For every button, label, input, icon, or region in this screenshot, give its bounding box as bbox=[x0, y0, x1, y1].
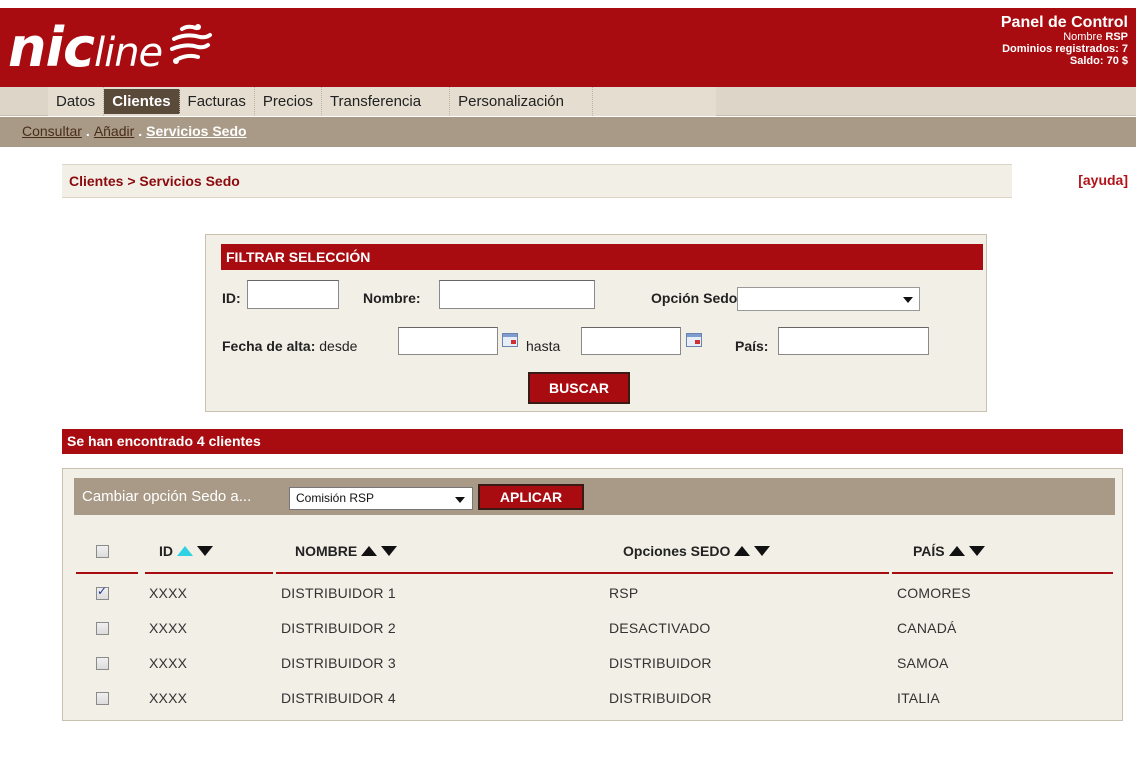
balance: Saldo: 70 $ bbox=[1069, 55, 1128, 67]
filter-panel: FILTRAR SELECCIÓN ID: Nombre: Opción Sed… bbox=[205, 234, 987, 412]
logo-waves-icon bbox=[170, 24, 213, 64]
sub-nav-links: Consultar . Añadir . Servicios Sedo bbox=[22, 123, 247, 139]
cell-pais: COMORES bbox=[897, 585, 971, 601]
sub-nav: Consultar . Añadir . Servicios Sedo bbox=[0, 117, 1136, 147]
apply-button[interactable]: APLICAR bbox=[478, 484, 584, 510]
column-header-pais[interactable]: PAÍS bbox=[913, 543, 985, 559]
subnav-separator: . bbox=[138, 123, 143, 139]
change-option-label: Cambiar opción Sedo a... bbox=[82, 488, 252, 505]
change-option-select[interactable]: Comisión RSP bbox=[289, 487, 473, 510]
cell-pais: SAMOA bbox=[897, 655, 949, 671]
fecha-desde-input[interactable] bbox=[398, 327, 498, 355]
header-bar: nicline Panel de Control Nombre RSP Domi… bbox=[0, 8, 1136, 87]
sort-desc-icon[interactable] bbox=[754, 546, 771, 556]
cell-nombre: DISTRIBUIDOR 2 bbox=[281, 620, 396, 636]
search-button[interactable]: BUSCAR bbox=[528, 372, 630, 404]
results-summary: Se han encontrado 4 clientes bbox=[62, 429, 1123, 454]
nav-item-precios[interactable]: Precios bbox=[255, 87, 322, 116]
id-label: ID: bbox=[222, 290, 241, 306]
nicline-logo[interactable]: nicline bbox=[8, 12, 214, 84]
sort-asc-icon[interactable] bbox=[177, 546, 193, 556]
row-checkbox[interactable] bbox=[96, 584, 109, 600]
sort-desc-icon[interactable] bbox=[968, 546, 985, 556]
cell-id: XXXX bbox=[149, 620, 188, 636]
pais-input[interactable] bbox=[778, 327, 929, 355]
row-checkbox[interactable] bbox=[96, 657, 109, 670]
filter-title: FILTRAR SELECCIÓN bbox=[221, 244, 983, 270]
sort-desc-icon[interactable] bbox=[381, 546, 398, 556]
panel-title: Panel de Control bbox=[1000, 14, 1128, 31]
header-divider bbox=[76, 572, 138, 574]
cell-pais: ITALIA bbox=[897, 690, 940, 706]
cell-opcion-sedo: RSP bbox=[609, 585, 639, 601]
opcion-sedo-label: Opción Sedo: bbox=[651, 290, 742, 306]
column-header-nombre[interactable]: NOMBRE bbox=[295, 543, 398, 559]
sort-asc-icon[interactable] bbox=[734, 546, 751, 556]
fecha-hasta-input[interactable] bbox=[581, 327, 681, 355]
row-checkbox[interactable] bbox=[96, 622, 109, 635]
select-all-checkbox[interactable] bbox=[96, 545, 109, 558]
main-nav-menu: Datos Clientes Facturas Precios Transfer… bbox=[48, 87, 716, 116]
change-option-value: Comisión RSP bbox=[296, 491, 375, 505]
fecha-alta-label: Fecha de alta: desde bbox=[222, 338, 358, 354]
nav-item-facturas[interactable]: Facturas bbox=[180, 87, 255, 116]
breadcrumb-text: Clientes > Servicios Sedo bbox=[69, 173, 240, 189]
calendar-icon[interactable] bbox=[502, 333, 518, 347]
subnav-consultar[interactable]: Consultar bbox=[22, 123, 82, 139]
cell-nombre: DISTRIBUIDOR 3 bbox=[281, 655, 396, 671]
row-checkbox[interactable] bbox=[96, 692, 109, 705]
account-panel: Panel de Control Nombre RSP Dominios reg… bbox=[1001, 14, 1128, 67]
domains-count: Dominios registrados: 7 bbox=[1002, 43, 1128, 55]
pais-label: País: bbox=[735, 338, 769, 354]
account-name: Nombre RSP bbox=[1063, 31, 1128, 43]
header-divider bbox=[276, 572, 889, 574]
hasta-label: hasta bbox=[526, 338, 561, 354]
subnav-servicios-sedo[interactable]: Servicios Sedo bbox=[146, 123, 246, 139]
cell-opcion-sedo: DISTRIBUIDOR bbox=[609, 655, 712, 671]
sort-asc-icon[interactable] bbox=[948, 546, 965, 556]
opcion-sedo-select[interactable] bbox=[737, 287, 920, 311]
breadcrumb: Clientes > Servicios Sedo bbox=[62, 164, 1012, 198]
id-input[interactable] bbox=[247, 280, 339, 309]
main-nav: Datos Clientes Facturas Precios Transfer… bbox=[0, 87, 1136, 116]
nombre-label: Nombre: bbox=[363, 290, 421, 306]
sort-desc-icon[interactable] bbox=[197, 546, 213, 556]
cell-opcion-sedo: DISTRIBUIDOR bbox=[609, 690, 712, 706]
chevron-down-icon bbox=[903, 297, 913, 303]
help-link[interactable]: [ayuda] bbox=[1078, 172, 1128, 188]
cell-id: XXXX bbox=[149, 690, 188, 706]
results-table: Cambiar opción Sedo a... Comisión RSP AP… bbox=[62, 468, 1123, 721]
cell-pais: CANADÁ bbox=[897, 620, 957, 636]
bulk-action-bar: Cambiar opción Sedo a... Comisión RSP AP… bbox=[74, 478, 1115, 515]
header-divider bbox=[892, 572, 1113, 574]
nav-item-clientes[interactable]: Clientes bbox=[104, 89, 180, 114]
chevron-down-icon bbox=[455, 497, 465, 503]
nav-item-personalizacion[interactable]: Personalización bbox=[450, 87, 593, 116]
subnav-anadir[interactable]: Añadir bbox=[94, 123, 134, 139]
calendar-icon[interactable] bbox=[686, 333, 702, 347]
cell-nombre: DISTRIBUIDOR 4 bbox=[281, 690, 396, 706]
cell-nombre: DISTRIBUIDOR 1 bbox=[281, 585, 396, 601]
logo-text: nicline bbox=[8, 16, 163, 79]
cell-id: XXXX bbox=[149, 655, 188, 671]
subnav-separator: . bbox=[85, 123, 90, 139]
nav-item-datos[interactable]: Datos bbox=[48, 87, 105, 116]
header-divider bbox=[145, 572, 273, 574]
column-header-opciones-sedo[interactable]: Opciones SEDO bbox=[623, 543, 771, 559]
nombre-input[interactable] bbox=[439, 280, 595, 309]
cell-opcion-sedo: DESACTIVADO bbox=[609, 620, 711, 636]
sort-asc-icon[interactable] bbox=[361, 546, 378, 556]
cell-id: XXXX bbox=[149, 585, 188, 601]
nav-item-transferencia[interactable]: Transferencia bbox=[322, 87, 451, 116]
column-header-id[interactable]: ID bbox=[159, 543, 213, 559]
